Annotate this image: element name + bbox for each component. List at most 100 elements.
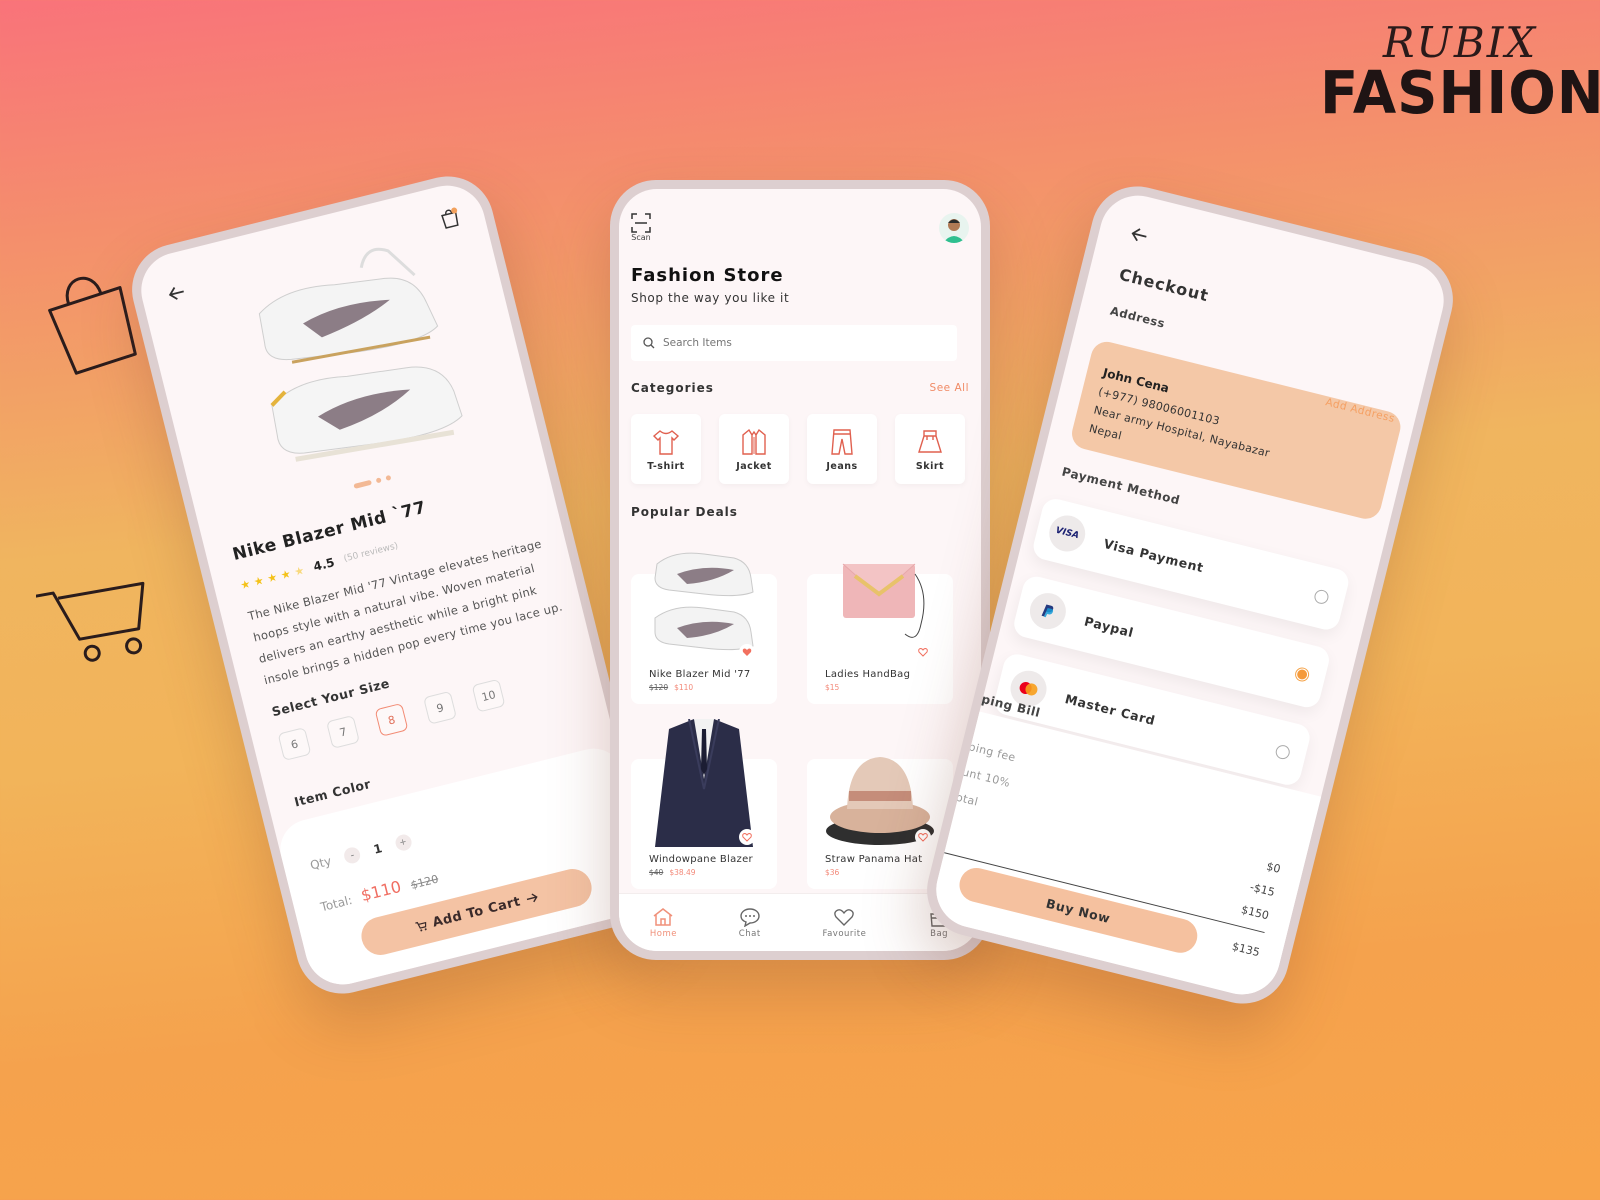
nav-favourite[interactable]: Favourite bbox=[822, 907, 866, 939]
deal-name: Ladies HandBag bbox=[825, 669, 911, 680]
size-option-selected[interactable]: 8 bbox=[374, 702, 409, 737]
rating-value: 4.5 bbox=[311, 555, 336, 574]
add-to-cart-label: Add To Cart bbox=[430, 893, 523, 931]
search-bar[interactable] bbox=[631, 325, 957, 361]
product-description: The Nike Blazer Mid '77 Vintage elevates… bbox=[246, 536, 564, 688]
payment-name: Paypal bbox=[1082, 613, 1136, 640]
review-count[interactable]: (50 reviews) bbox=[343, 541, 400, 564]
deal-price: $120 $110 bbox=[649, 683, 693, 692]
product-detail-phone: Nike Blazer Mid `77 ★ ★ ★ ★ ★ 4.5 (50 re… bbox=[122, 166, 668, 1004]
product-detail-screen: Nike Blazer Mid `77 ★ ★ ★ ★ ★ 4.5 (50 re… bbox=[133, 177, 657, 993]
size-option[interactable]: 7 bbox=[326, 714, 360, 749]
bottom-nav: Home Chat Favourite Bag bbox=[619, 893, 981, 951]
favorite-button[interactable] bbox=[739, 829, 755, 845]
favorite-button[interactable] bbox=[739, 644, 755, 660]
cart-footer: Qty - 1 + Total: $110 $120 Add To Cart bbox=[274, 742, 657, 993]
category-skirt[interactable]: Skirt bbox=[895, 414, 965, 484]
carousel-dot-active[interactable] bbox=[353, 479, 373, 489]
carousel-dot[interactable] bbox=[385, 474, 392, 481]
home-phone: Scan Fashion Store Shop the way you like… bbox=[610, 180, 990, 960]
bill-total-value: $135 bbox=[1230, 939, 1262, 960]
qty-value: 1 bbox=[372, 841, 384, 857]
search-input[interactable] bbox=[663, 337, 923, 349]
deal-name: Straw Panama Hat bbox=[825, 854, 923, 865]
sneaker-product-image bbox=[258, 247, 463, 462]
deal-old-price: $40 bbox=[649, 868, 664, 877]
category-jeans[interactable]: Jeans bbox=[807, 414, 877, 484]
heart-filled-icon bbox=[742, 648, 752, 656]
visa-logo: VISA bbox=[1045, 511, 1090, 556]
deal-card[interactable]: Ladies HandBag $15 bbox=[807, 534, 953, 704]
deal-card[interactable]: Windowpane Blazer $40 $38.49 bbox=[631, 719, 777, 889]
payment-radio[interactable] bbox=[1274, 743, 1292, 761]
tshirt-icon bbox=[652, 429, 680, 455]
user-avatar-icon bbox=[943, 219, 965, 243]
deal-price: $40 $38.49 bbox=[649, 868, 696, 877]
deal-card[interactable]: Nike Blazer Mid '77 $120 $110 bbox=[631, 534, 777, 704]
nav-chat[interactable]: Chat bbox=[739, 907, 761, 939]
carousel-dot[interactable] bbox=[375, 477, 382, 484]
nav-home[interactable]: Home bbox=[650, 907, 677, 939]
categories-title: Categories bbox=[631, 381, 714, 395]
arrow-right-icon bbox=[526, 893, 538, 903]
page-subtitle: Shop the way you like it bbox=[631, 291, 790, 305]
deal-new-price: $38.49 bbox=[669, 868, 696, 877]
nav-label: Bag bbox=[930, 928, 949, 939]
heart-outline-icon bbox=[918, 647, 928, 657]
heart-icon bbox=[834, 908, 855, 926]
home-screen: Scan Fashion Store Shop the way you like… bbox=[619, 189, 981, 951]
favorite-button[interactable] bbox=[915, 644, 931, 660]
deal-price: $36 bbox=[825, 868, 839, 877]
avatar[interactable] bbox=[939, 213, 969, 243]
see-all-link[interactable]: See All bbox=[930, 382, 969, 394]
category-label: Jacket bbox=[736, 460, 772, 472]
jeans-icon bbox=[831, 428, 853, 455]
color-section-title: Item Color bbox=[292, 776, 373, 810]
size-option[interactable]: 10 bbox=[471, 678, 506, 713]
deal-card[interactable]: Straw Panama Hat $36 bbox=[807, 719, 953, 889]
home-icon bbox=[653, 907, 673, 926]
deal-new-price: $15 bbox=[825, 683, 840, 692]
popular-deals-title: Popular Deals bbox=[631, 505, 738, 519]
handbag-image bbox=[842, 563, 925, 638]
qty-decrease-button[interactable]: - bbox=[342, 845, 363, 866]
back-button[interactable] bbox=[161, 278, 193, 310]
size-option[interactable]: 6 bbox=[277, 727, 312, 762]
size-option[interactable]: 9 bbox=[423, 690, 458, 725]
page-title: Fashion Store bbox=[631, 265, 784, 286]
arrow-left-icon bbox=[168, 286, 184, 300]
search-icon bbox=[643, 337, 655, 349]
deal-name: Nike Blazer Mid '77 bbox=[649, 669, 751, 680]
category-tshirt[interactable]: T-shirt bbox=[631, 414, 701, 484]
deal-name: Windowpane Blazer bbox=[649, 854, 753, 865]
brand-logo: RUBIX FASHION bbox=[1320, 18, 1600, 123]
nav-label: Home bbox=[649, 928, 677, 939]
mastercard-icon bbox=[1019, 681, 1038, 696]
star-icon: ★ bbox=[265, 569, 279, 585]
scan-label: Scan bbox=[631, 233, 651, 242]
category-jacket[interactable]: Jacket bbox=[719, 414, 789, 484]
scan-button[interactable]: Scan bbox=[631, 213, 651, 242]
chat-icon bbox=[740, 907, 760, 927]
quantity-stepper: Qty - 1 + bbox=[308, 832, 413, 874]
category-list: T-shirt Jacket Jeans Skirt bbox=[631, 414, 965, 484]
back-button[interactable] bbox=[1125, 222, 1154, 251]
payment-radio-selected[interactable] bbox=[1293, 665, 1311, 683]
address-card[interactable]: John Cena (+977) 98006001103 Near army H… bbox=[1068, 338, 1404, 523]
current-price: $110 bbox=[358, 876, 404, 906]
qty-increase-button[interactable]: + bbox=[393, 832, 413, 853]
favorite-button[interactable] bbox=[915, 829, 931, 845]
checkout-screen: Checkout Address John Cena (+977) 980060… bbox=[928, 187, 1452, 1003]
deal-old-price: $120 bbox=[649, 683, 669, 692]
category-label: Jeans bbox=[826, 460, 858, 472]
nav-label: Favourite bbox=[822, 928, 867, 939]
address-section-title: Address bbox=[1108, 303, 1167, 331]
brand-top-text: RUBIX bbox=[1382, 18, 1538, 67]
image-carousel-dots[interactable] bbox=[353, 474, 392, 489]
nav-label: Chat bbox=[738, 928, 761, 939]
scan-icon bbox=[631, 213, 651, 233]
category-label: T-shirt bbox=[647, 460, 685, 472]
payment-radio[interactable] bbox=[1312, 588, 1330, 606]
arrow-left-icon bbox=[1131, 227, 1147, 241]
jacket-icon bbox=[742, 428, 766, 455]
